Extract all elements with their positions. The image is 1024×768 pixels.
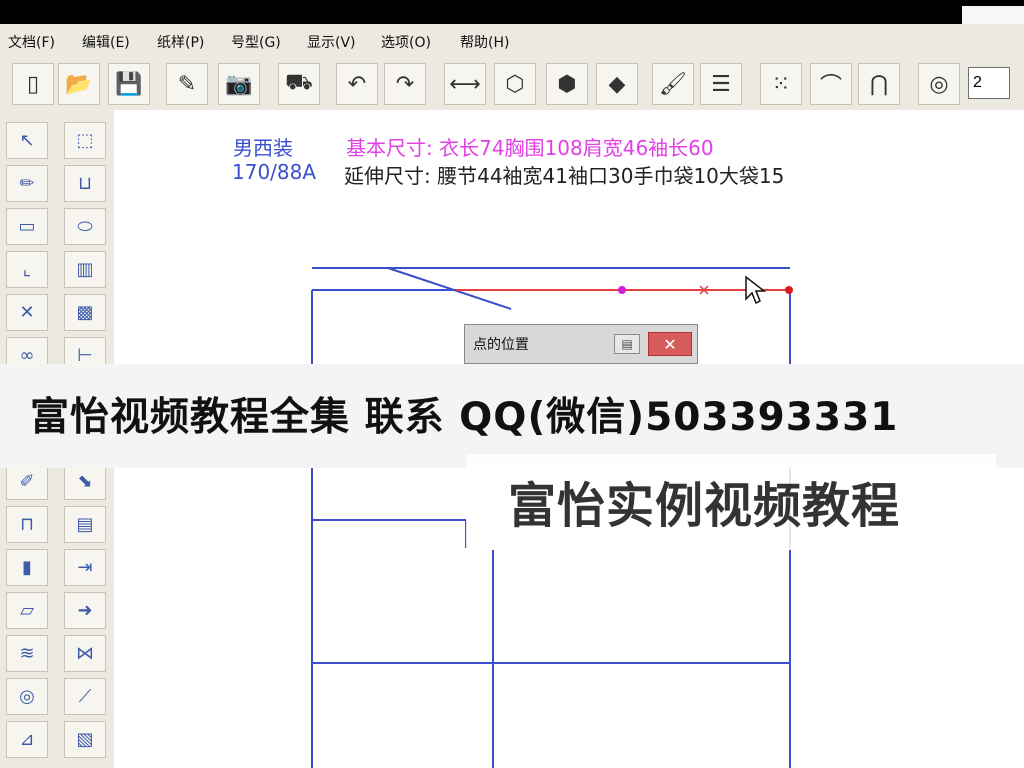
pocket-shape-icon[interactable]: ⊔ — [64, 165, 106, 202]
pocket-icon[interactable]: ⊓ — [6, 506, 48, 543]
redo-icon[interactable]: ↷ — [384, 63, 426, 105]
menu-help[interactable]: 帮助(H) — [460, 32, 509, 52]
piece-edit-icon[interactable]: ⇥ — [64, 549, 106, 586]
plotter-icon[interactable]: ⛟ — [278, 63, 320, 105]
arrow-select-icon[interactable]: ↖ — [6, 122, 48, 159]
dialog-title: 点的位置 — [473, 337, 529, 353]
menu-size[interactable]: 号型(G) — [231, 32, 281, 52]
cut-icon[interactable]: ▧ — [64, 721, 106, 758]
top-black-bar — [0, 0, 1024, 24]
piece-icon[interactable]: ▮ — [6, 549, 48, 586]
app-window: 文档(F) 编辑(E) 纸样(P) 号型(G) 显示(V) 选项(O) 帮助(H… — [0, 0, 1024, 768]
camera-icon[interactable]: 📷 — [218, 63, 260, 105]
corner-curve-icon[interactable]: ⌞ — [6, 251, 48, 288]
pattern-shape-icon[interactable]: ⋂ — [858, 63, 900, 105]
dimension-icon[interactable]: ⟋ — [64, 678, 106, 715]
transform-icon[interactable]: ⬚ — [64, 122, 106, 159]
menu-file[interactable]: 文档(F) — [8, 32, 55, 52]
machine-icon[interactable]: ▤ — [64, 506, 106, 543]
pattern-block-icon[interactable]: ⬡ — [494, 63, 536, 105]
rectangle-icon[interactable]: ▭ — [6, 208, 48, 245]
intersection-icon[interactable]: ✕ — [6, 294, 48, 331]
shapes-icon[interactable]: ◆ — [596, 63, 638, 105]
main-toolbar: ▯ 📂 💾 ✎ 📷 ⛟ ↶ ↷ ⟷ ⬡ ⬢ ◆ 🖌 ☰ ⁙ ⌒ ⋂ ◎ — [0, 58, 1024, 111]
ruler-pencil-icon[interactable]: ✐ — [6, 463, 48, 500]
dialog-menu-icon[interactable]: ▤ — [614, 334, 640, 354]
menu-pattern[interactable]: 纸样(P) — [157, 32, 204, 52]
banner-text: 富怡视频教程全集 联系 QQ(微信)503393331 — [30, 395, 899, 440]
tape-icon[interactable]: ⊿ — [6, 721, 48, 758]
dot-grid-icon[interactable]: ⁙ — [760, 63, 802, 105]
mouse-cursor-icon — [745, 275, 766, 305]
subtitle-overlay: 富怡实例视频教程 — [466, 454, 996, 550]
layer-input[interactable] — [968, 67, 1010, 99]
measure-line-icon[interactable]: ⟷ — [444, 63, 486, 105]
color-wheel-icon[interactable]: ◎ — [918, 63, 960, 105]
menu-edit[interactable]: 编辑(E) — [82, 32, 130, 52]
dialog-close-icon[interactable]: ✕ — [648, 332, 692, 356]
watermark-banner: 富怡视频教程全集 联系 QQ(微信)503393331 — [0, 364, 1024, 468]
spiral-icon[interactable]: ◎ — [6, 678, 48, 715]
blue-panel-icon[interactable]: ▥ — [64, 251, 106, 288]
size-code: 170/88A — [232, 160, 317, 184]
pencil-icon[interactable]: ✏ — [6, 165, 48, 202]
menu-view[interactable]: 显示(V) — [307, 32, 356, 52]
curve-icon[interactable]: ⌒ — [810, 63, 852, 105]
shape-outline-icon[interactable]: ⬭ — [64, 208, 106, 245]
vest-icon[interactable]: ⋈ — [64, 635, 106, 672]
garment-name: 男西装 — [233, 136, 293, 160]
fold-icon[interactable]: ▱ — [6, 592, 48, 629]
basic-size-text: 基本尺寸: 衣长74胸围108肩宽46袖长60 — [346, 136, 714, 160]
shield-shape-icon[interactable]: ⬢ — [546, 63, 588, 105]
layers-icon[interactable]: ☰ — [700, 63, 742, 105]
green-panel-icon[interactable]: ▩ — [64, 294, 106, 331]
save-icon[interactable]: 💾 — [108, 63, 150, 105]
undo-icon[interactable]: ↶ — [336, 63, 378, 105]
extended-size-text: 延伸尺寸: 腰节44袖宽41袖口30手巾袋10大袋15 — [344, 164, 785, 188]
menu-options[interactable]: 选项(O) — [381, 32, 431, 52]
open-folder-icon[interactable]: 📂 — [58, 63, 100, 105]
move-arrow-icon[interactable]: ➜ — [64, 592, 106, 629]
spray-icon[interactable]: ✎ — [166, 63, 208, 105]
new-document-icon[interactable]: ▯ — [12, 63, 54, 105]
pattern-corner-icon[interactable]: ⬊ — [64, 463, 106, 500]
wave-icon[interactable]: ≋ — [6, 635, 48, 672]
brush-icon[interactable]: 🖌 — [652, 63, 694, 105]
subtitle-text: 富怡实例视频教程 — [508, 478, 901, 534]
menu-bar: 文档(F) 编辑(E) 纸样(P) 号型(G) 显示(V) 选项(O) 帮助(H… — [0, 24, 1024, 59]
